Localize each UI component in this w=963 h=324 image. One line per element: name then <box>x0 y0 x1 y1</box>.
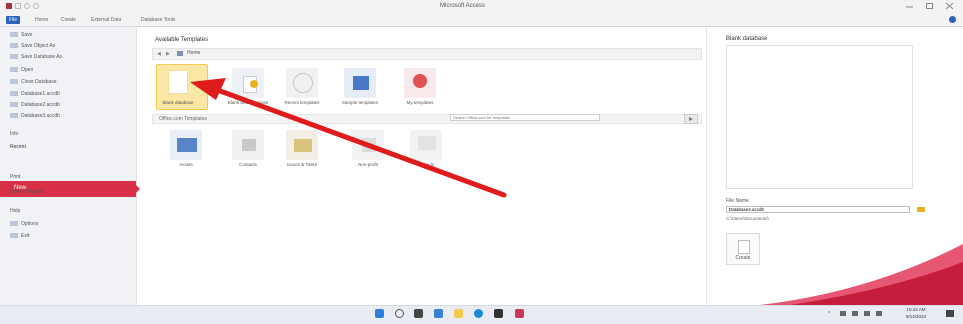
edge-icon[interactable] <box>474 309 483 318</box>
taskbar-clock[interactable]: 10:42 AM 9/14/2023 <box>896 306 936 320</box>
tray-chevron-icon[interactable]: ^ <box>828 311 830 317</box>
task-view-icon[interactable] <box>434 309 443 318</box>
network-icon[interactable] <box>840 311 846 316</box>
battery-icon[interactable] <box>864 311 870 316</box>
clock-time: 10:42 AM <box>906 307 926 312</box>
decorative-wave <box>760 244 963 305</box>
file-path-text: C:\Users\Documents\ <box>726 216 769 221</box>
access-icon[interactable] <box>515 309 524 318</box>
browse-folder-icon[interactable] <box>916 206 926 213</box>
blank-database-heading: Blank database <box>726 36 768 42</box>
notification-icon[interactable] <box>946 310 954 317</box>
search-icon[interactable] <box>395 309 404 318</box>
new-database-icon <box>738 240 750 254</box>
language-icon[interactable] <box>876 311 882 316</box>
store-icon[interactable] <box>494 309 503 318</box>
file-name-input[interactable] <box>726 206 910 213</box>
folder-icon[interactable] <box>454 309 463 318</box>
volume-icon[interactable] <box>852 311 858 316</box>
panel-divider <box>706 27 707 305</box>
file-name-label: File Name <box>726 198 749 204</box>
database-preview <box>726 45 913 189</box>
create-button[interactable]: Create <box>726 233 760 265</box>
windows-start-icon[interactable] <box>375 309 384 318</box>
file-explorer-icon[interactable] <box>414 309 423 318</box>
clock-date: 9/14/2023 <box>905 314 927 319</box>
